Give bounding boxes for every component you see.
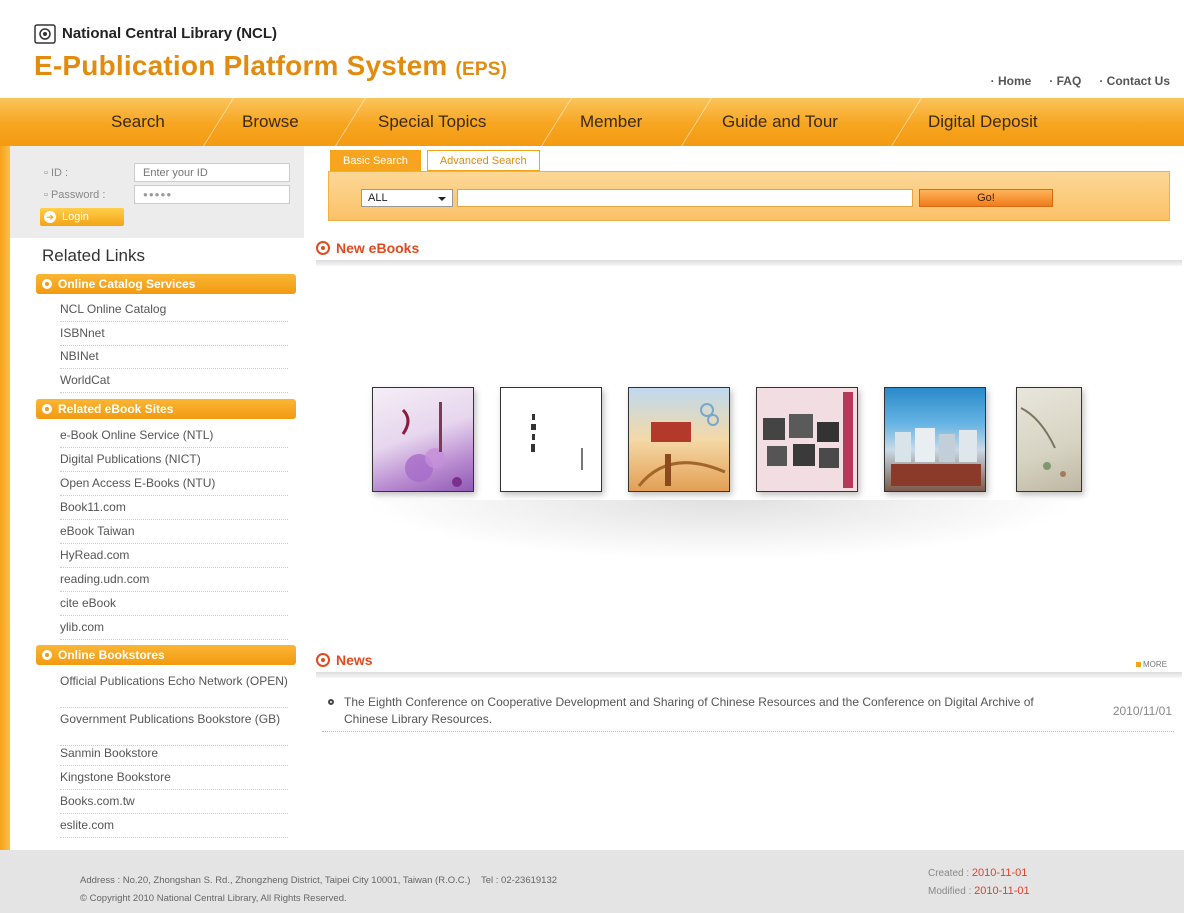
link-ebook-online-service[interactable]: e-Book Online Service (NTL) <box>60 428 288 448</box>
nav-member[interactable]: Member <box>580 112 642 132</box>
search-field-select[interactable]: ALL <box>361 189 453 207</box>
link-digital-publications[interactable]: Digital Publications (NICT) <box>60 452 288 472</box>
book-shelf-shadow <box>360 500 1080 560</box>
link-ebook-taiwan[interactable]: eBook Taiwan <box>60 524 288 544</box>
link-cite-ebook[interactable]: cite eBook <box>60 596 288 616</box>
link-ncl-online-catalog[interactable]: NCL Online Catalog <box>60 302 288 322</box>
caret-down-icon <box>438 197 446 201</box>
site-header: National Central Library (NCL) E-Publica… <box>0 0 1184 98</box>
book-cover-painting[interactable] <box>1016 387 1082 492</box>
nav-browse[interactable]: Browse <box>242 112 299 132</box>
circle-bullet-icon <box>42 650 52 660</box>
tab-basic-search[interactable]: Basic Search <box>330 150 421 171</box>
home-link[interactable]: · Home <box>991 74 1032 88</box>
search-bar: ALL Go! <box>328 171 1170 221</box>
link-hyread[interactable]: HyRead.com <box>60 548 288 568</box>
ncl-logo-icon[interactable] <box>34 24 56 44</box>
search-tabs: Basic Search Advanced Search <box>330 150 546 172</box>
link-worldcat[interactable]: WorldCat <box>60 373 288 393</box>
sunset-illustration-icon <box>637 403 726 487</box>
bullet-icon <box>328 699 334 705</box>
news-item-link[interactable]: The Eighth Conference on Cooperative Dev… <box>344 694 1074 728</box>
link-reading-udn[interactable]: reading.udn.com <box>60 572 288 592</box>
link-book11[interactable]: Book11.com <box>60 500 288 520</box>
nav-divider <box>681 98 712 146</box>
section-online-catalog-services: Online Catalog Services <box>36 274 296 294</box>
painting-icon <box>1020 407 1066 477</box>
tab-advanced-search[interactable]: Advanced Search <box>426 150 540 171</box>
section-online-bookstores: Online Bookstores <box>36 645 296 665</box>
circle-bullet-icon <box>42 404 52 414</box>
book-cover-portraits[interactable] <box>756 387 858 492</box>
link-ylib[interactable]: ylib.com <box>60 620 288 640</box>
login-button[interactable]: ➜ Login <box>40 208 124 226</box>
book-cover-purple-flower[interactable] <box>372 387 474 492</box>
link-open-access-ebooks[interactable]: Open Access E-Books (NTU) <box>60 476 288 496</box>
news-item: The Eighth Conference on Cooperative Dev… <box>322 694 1174 732</box>
site-title[interactable]: E-Publication Platform System (EPS) <box>34 50 507 82</box>
id-label: ▫ ID : <box>44 167 69 179</box>
link-books-com-tw[interactable]: Books.com.tw <box>60 794 288 814</box>
news-divider <box>316 672 1182 678</box>
site-title-abbr: (EPS) <box>455 59 508 80</box>
portraits-icon <box>763 392 853 488</box>
link-isbnnet[interactable]: ISBNnet <box>60 326 288 346</box>
contact-us-link[interactable]: · Contact Us <box>1099 74 1170 88</box>
footer-created: Created : 2010-11-01 <box>928 867 1028 879</box>
footer-copyright: © Copyright 2010 National Central Librar… <box>80 893 347 904</box>
nav-special-topics[interactable]: Special Topics <box>378 112 486 132</box>
password-input[interactable]: ●●●●● <box>134 185 290 204</box>
footer-modified: Modified : 2010-11-01 <box>928 885 1030 897</box>
faq-link[interactable]: · FAQ <box>1049 74 1081 88</box>
org-name: National Central Library (NCL) <box>62 25 278 42</box>
nav-divider <box>541 98 572 146</box>
nav-divider <box>203 98 234 146</box>
footer-address-line: Address : No.20, Zhongshan S. Rd., Zhong… <box>80 875 558 886</box>
go-button[interactable]: Go! <box>919 189 1053 207</box>
news-more-link[interactable]: MORE <box>1136 660 1167 669</box>
link-kingstone-bookstore[interactable]: Kingstone Bookstore <box>60 770 288 790</box>
news-title: News <box>316 652 373 668</box>
nav-digital-deposit[interactable]: Digital Deposit <box>928 112 1038 132</box>
new-ebooks-title: New eBooks <box>316 240 419 256</box>
link-nbinet[interactable]: NBINet <box>60 349 288 369</box>
id-input[interactable] <box>134 163 290 182</box>
related-links-title: Related Links <box>42 246 146 265</box>
book-cover-blue-city[interactable] <box>884 387 986 492</box>
site-title-text: E-Publication Platform System <box>34 50 448 81</box>
search-input[interactable] <box>457 189 913 207</box>
sidebar-decoration <box>0 146 10 850</box>
top-links: · Home · FAQ · Contact Us <box>991 74 1170 88</box>
nav-search[interactable]: Search <box>111 112 165 132</box>
section-related-ebook-sites: Related eBook Sites <box>36 399 296 419</box>
new-ebooks-divider <box>316 260 1182 266</box>
nav-divider <box>891 98 922 146</box>
book-cover-red-sunset[interactable] <box>628 387 730 492</box>
arrow-right-icon: ➜ <box>44 211 56 223</box>
nav-divider <box>335 98 366 146</box>
book-cover-white-calligraphy[interactable] <box>500 387 602 492</box>
main-nav: Search Browse Special Topics Member Guid… <box>0 98 1184 146</box>
password-label: ▫ Password : <box>44 189 106 201</box>
circle-bullet-icon <box>42 279 52 289</box>
page-footer: Address : No.20, Zhongshan S. Rd., Zhong… <box>0 850 1184 913</box>
city-photo-icon <box>891 428 981 486</box>
target-icon <box>316 653 330 667</box>
link-open-network[interactable]: Official Publications Echo Network (OPEN… <box>60 674 288 708</box>
news-item-date: 2010/11/01 <box>1112 704 1172 718</box>
link-eslite[interactable]: eslite.com <box>60 818 288 838</box>
target-icon <box>316 241 330 255</box>
calligraphy-icon <box>531 414 583 470</box>
link-gb-bookstore[interactable]: Government Publications Bookstore (GB) <box>60 712 288 746</box>
nav-guide-and-tour[interactable]: Guide and Tour <box>722 112 838 132</box>
link-sanmin-bookstore[interactable]: Sanmin Bookstore <box>60 746 288 766</box>
flower-illustration-icon <box>401 402 462 487</box>
